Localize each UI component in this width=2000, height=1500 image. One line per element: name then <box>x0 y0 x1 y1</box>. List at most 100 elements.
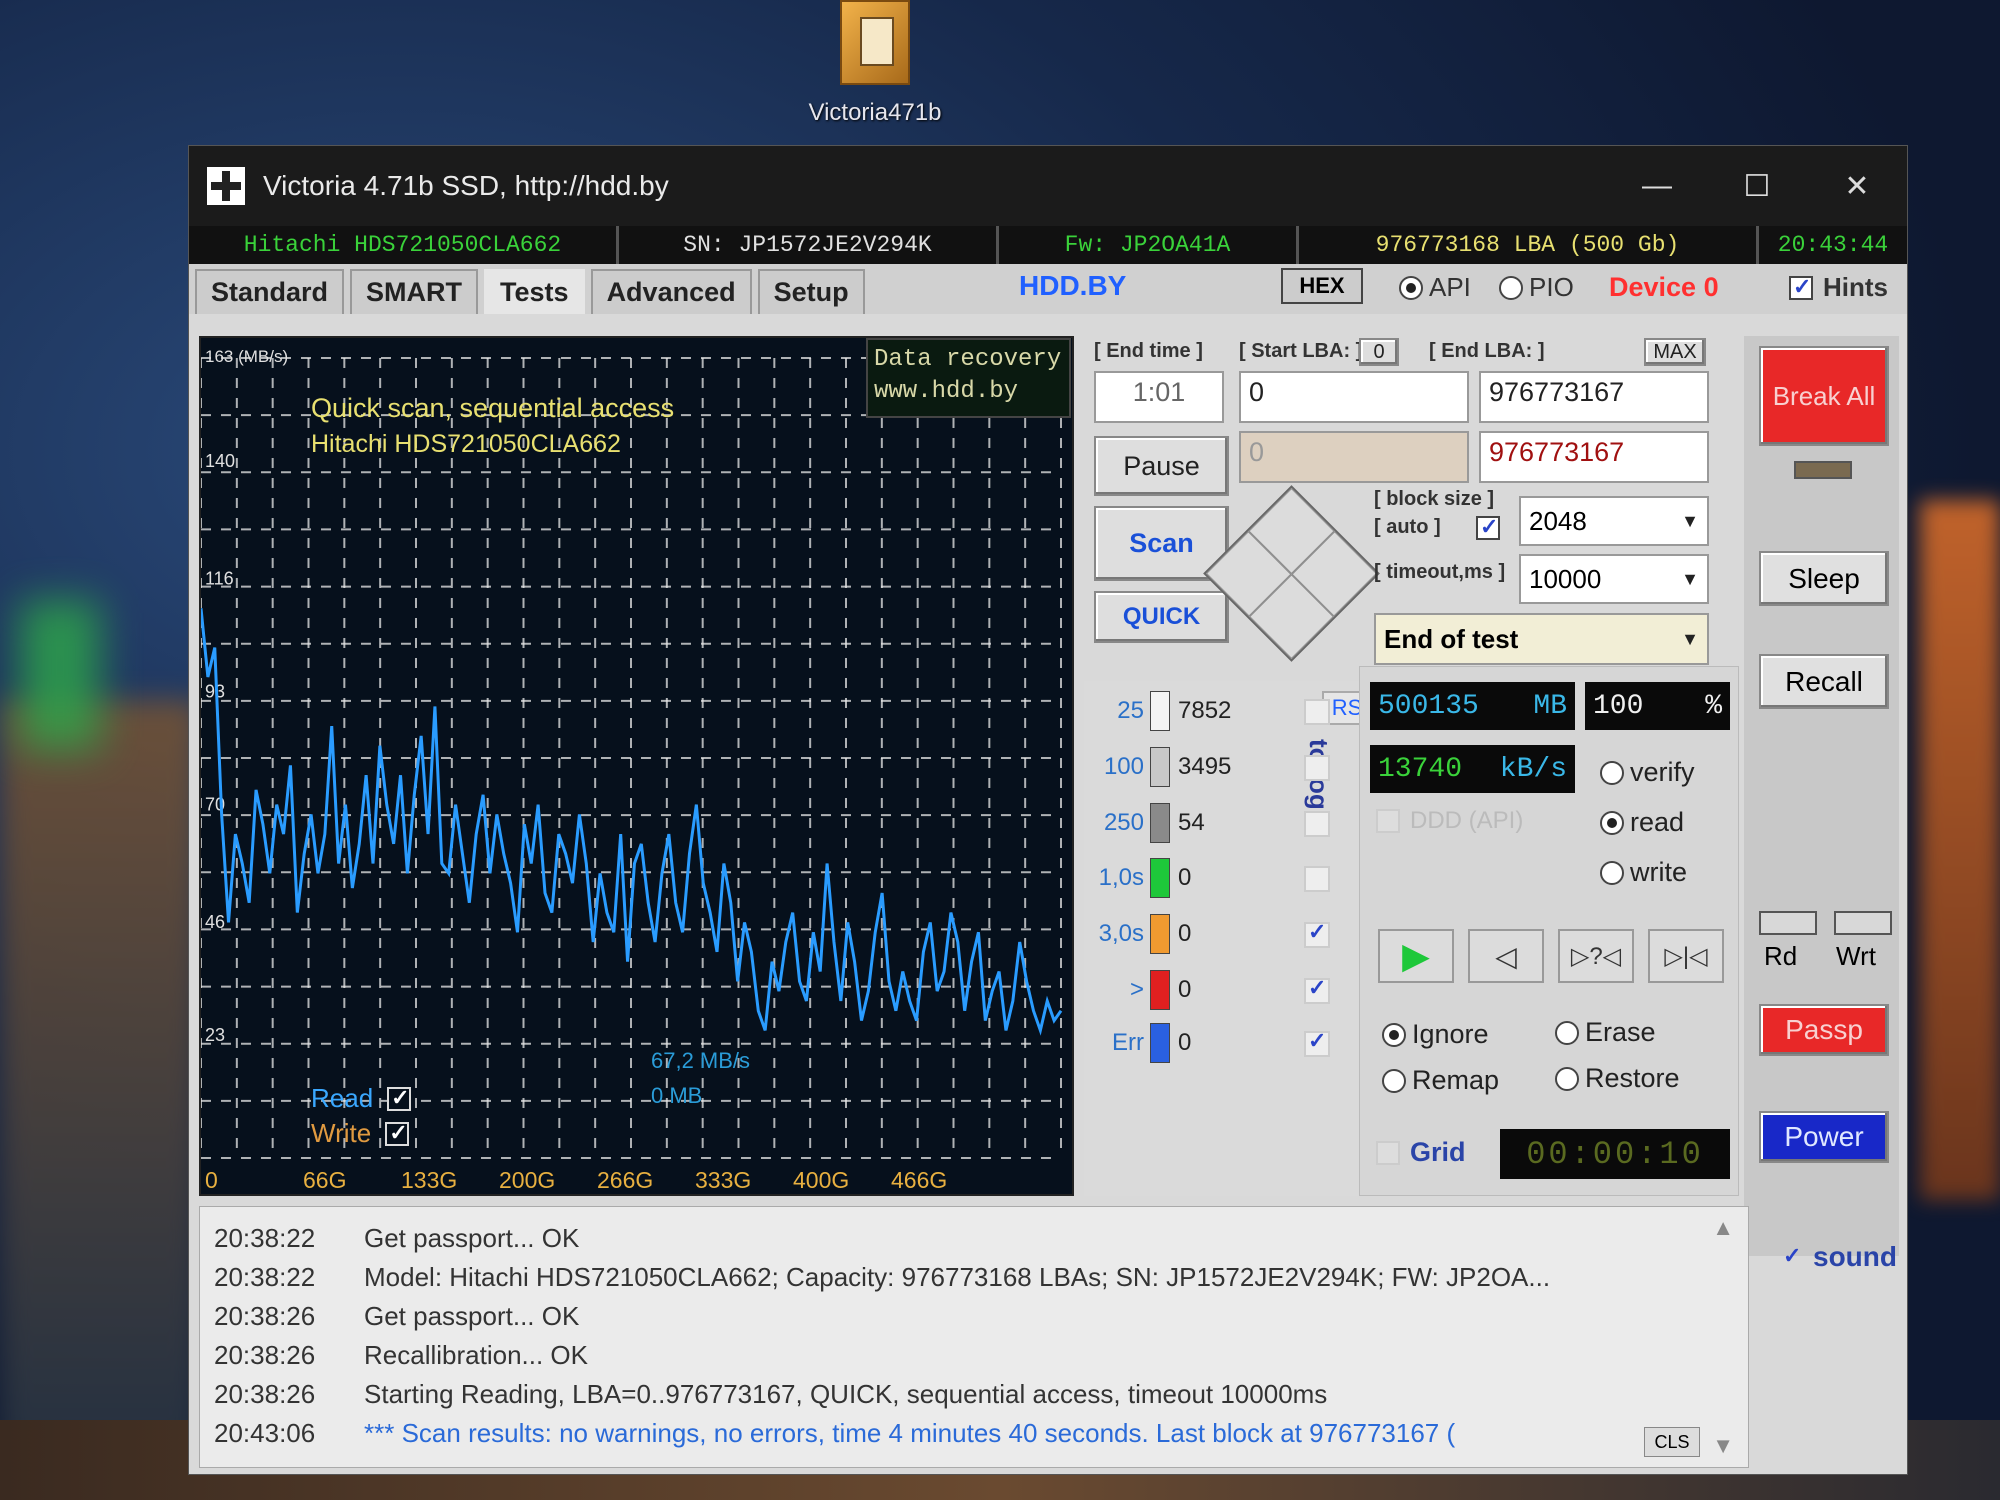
radio-dot <box>1382 1022 1406 1047</box>
progress-panel: 500135 MB 100% 13740 kB/s DDD (API) verify… <box>1359 666 1739 1196</box>
drive-model: Hitachi HDS721050CLA662 <box>189 226 619 264</box>
tab-advanced[interactable]: Advanced <box>590 269 752 314</box>
log-message: *** Scan results: no warnings, no errors… <box>364 1418 1456 1448</box>
drive-serial: SN: JP1572JE2V294K <box>619 226 999 264</box>
end-lba-label: [ End LBA: ] <box>1429 340 1545 362</box>
end-lba-input[interactable]: 976773167 <box>1479 371 1709 423</box>
graph-subtitle: Hitachi HDS721050CLA662 <box>311 430 621 458</box>
log-checkbox[interactable] <box>1304 811 1330 837</box>
stat-color-box <box>1150 970 1170 1010</box>
timeout-value: 10000 <box>1529 563 1602 594</box>
access-time-stats: RS to log: 2578521003495250541,0s03,0s0>… <box>1084 681 1374 1196</box>
block-size-select[interactable]: 2048 ▼ <box>1519 496 1709 546</box>
random-button[interactable]: ▷?◁ <box>1558 929 1634 983</box>
desktop-shortcut[interactable]: Victoria471b <box>800 0 950 127</box>
max-button[interactable]: MAX <box>1644 338 1706 366</box>
log-checkbox[interactable] <box>1304 755 1330 781</box>
remap-label: Remap <box>1412 1065 1500 1095</box>
current-mb: 0 MB <box>651 1083 703 1108</box>
break-all-button[interactable]: Break All <box>1759 346 1889 446</box>
opt-restore[interactable]: Restore <box>1555 1063 1680 1094</box>
legend-write[interactable]: Write <box>311 1118 419 1149</box>
quick-button[interactable]: QUICK <box>1094 591 1229 643</box>
data-recovery-banner[interactable]: Data recovery www.hdd.by <box>866 338 1071 418</box>
speed-value: 13740 <box>1378 753 1463 785</box>
end-action-select[interactable]: End of test ▼ <box>1374 613 1709 665</box>
tab-standard[interactable]: Standard <box>195 269 345 314</box>
speed-chart-svg: 23467093116140163 (MB/s)0 66G 133G 200G 266G… <box>201 347 1063 1193</box>
end-time-field[interactable]: 1:01 <box>1094 371 1224 423</box>
passp-button[interactable]: Passp <box>1759 1004 1889 1056</box>
stat-count: 0 <box>1178 1029 1192 1056</box>
opt-erase[interactable]: Erase <box>1555 1017 1656 1048</box>
tab-setup[interactable]: Setup <box>757 269 865 314</box>
stat-count: 54 <box>1178 809 1205 836</box>
start-lba-input[interactable]: 0 <box>1239 371 1469 423</box>
tab-smart[interactable]: SMART <box>350 269 479 314</box>
auto-checkbox[interactable] <box>1476 514 1500 540</box>
x-tick-label: 133G <box>401 1167 457 1193</box>
butterfly-button[interactable]: ▷|◁ <box>1648 929 1724 983</box>
desktop-shortcut-label: Victoria471b <box>808 99 942 126</box>
start-lba-label: [ Start LBA: ] <box>1239 340 1363 362</box>
log-checkbox[interactable] <box>1304 1028 1330 1057</box>
speed-unit: kB/s <box>1499 753 1567 785</box>
tab-tests[interactable]: Tests <box>484 269 585 314</box>
log-time: 20:38:26 <box>214 1301 316 1331</box>
pio-radio[interactable]: PIO <box>1499 272 1574 303</box>
data-recovery-text: Data recovery <box>874 346 1062 373</box>
power-button[interactable]: Power <box>1759 1111 1889 1163</box>
chevron-down-icon: ▼ <box>1681 628 1699 649</box>
hints-checkbox[interactable]: Hints <box>1789 272 1888 303</box>
scroll-up-icon[interactable]: ▲ <box>1712 1215 1734 1241</box>
sound-checkbox[interactable]: sound <box>1779 1241 1897 1273</box>
back-button[interactable]: ◁ <box>1468 929 1544 983</box>
stat-threshold: 25 <box>1117 697 1144 724</box>
scroll-down-icon[interactable]: ▼ <box>1712 1433 1734 1459</box>
checkbox-box <box>1376 1140 1400 1165</box>
pio-label: PIO <box>1529 272 1574 302</box>
play-button[interactable]: ▶ <box>1378 929 1454 983</box>
sleep-button[interactable]: Sleep <box>1759 551 1889 606</box>
maximize-button[interactable]: ☐ <box>1707 169 1807 204</box>
direction-pad[interactable] <box>1203 485 1380 662</box>
mode-verify[interactable]: verify <box>1600 757 1695 788</box>
y-tick-label: 116 <box>205 569 234 589</box>
grid-checkbox[interactable]: Grid <box>1376 1137 1466 1168</box>
close-button[interactable]: ✕ <box>1807 169 1907 204</box>
log-line: 20:38:22 Model: Hitachi HDS721050CLA662; … <box>214 1258 1734 1297</box>
log-checkbox[interactable] <box>1304 975 1330 1004</box>
ddd-checkbox[interactable]: DDD (API) <box>1376 807 1523 835</box>
log-message: Recallibration... OK <box>364 1340 588 1370</box>
hddby-link[interactable]: HDD.BY <box>1019 270 1126 302</box>
radio-dot <box>1382 1068 1406 1093</box>
hex-button[interactable]: HEX <box>1281 268 1363 304</box>
clear-log-button[interactable]: CLS <box>1644 1427 1700 1457</box>
log-checkbox[interactable] <box>1304 699 1330 725</box>
legend-read[interactable]: Read <box>311 1083 421 1114</box>
break-indicator <box>1794 461 1852 479</box>
mode-read[interactable]: read <box>1600 807 1684 838</box>
auto-label: [ auto ] <box>1374 516 1441 538</box>
log-message: Starting Reading, LBA=0..976773167, QUIC… <box>364 1379 1328 1409</box>
x-tick-label: 333G <box>695 1167 751 1193</box>
butterfly-icon: ▷|◁ <box>1664 942 1708 970</box>
log-checkbox[interactable] <box>1304 866 1330 892</box>
log-line: 20:38:22 Get passport... OK <box>214 1219 1734 1258</box>
radio-dot <box>1600 760 1624 785</box>
checkbox-box <box>387 1085 412 1111</box>
stat-threshold: 3,0s <box>1098 920 1144 947</box>
log-checkbox[interactable] <box>1304 919 1330 948</box>
start-lba-zero-button[interactable]: 0 <box>1359 338 1399 366</box>
start-lba-current: 0 <box>1239 431 1469 483</box>
mode-write[interactable]: write <box>1600 857 1687 888</box>
api-radio[interactable]: API <box>1399 272 1471 303</box>
y-tick-label: 140 <box>205 451 235 471</box>
minimize-button[interactable]: — <box>1607 169 1707 203</box>
opt-remap[interactable]: Remap <box>1382 1065 1499 1096</box>
timeout-select[interactable]: 10000 ▼ <box>1519 554 1709 604</box>
opt-ignore[interactable]: Ignore <box>1382 1019 1489 1050</box>
recall-button[interactable]: Recall <box>1759 654 1889 709</box>
pause-button[interactable]: Pause <box>1094 436 1229 496</box>
event-log: 20:38:22 Get passport... OK 20:38:22 Model:… <box>199 1206 1749 1468</box>
